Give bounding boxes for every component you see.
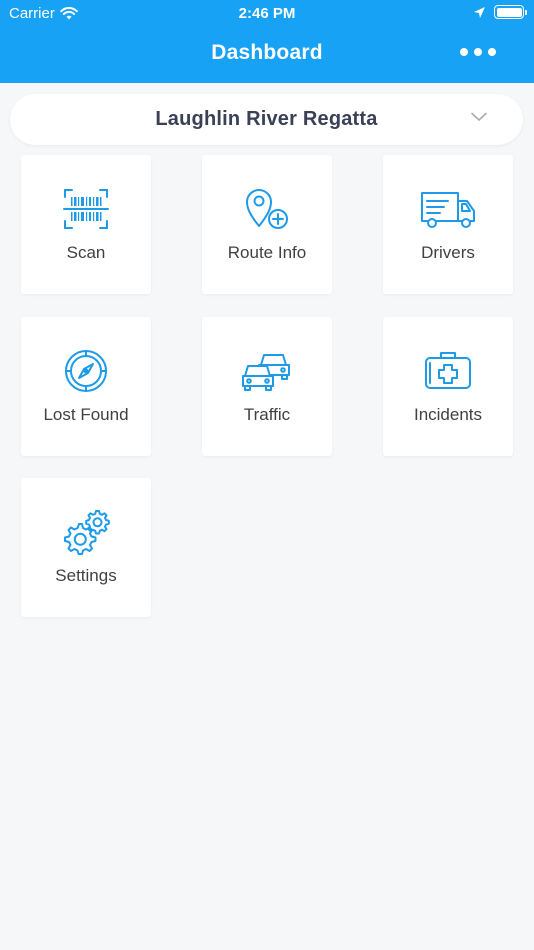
tile-lost-found[interactable]: Lost Found: [21, 317, 151, 456]
tile-label: Scan: [66, 243, 106, 262]
tile-scan[interactable]: Scan: [21, 155, 151, 294]
cars-icon: [242, 354, 290, 391]
battery-icon: [494, 5, 527, 19]
truck-icon: [421, 192, 475, 228]
tile-label: Incidents: [413, 405, 483, 424]
compass-icon: [65, 350, 107, 392]
event-selector[interactable]: Laughlin River Regatta: [10, 94, 523, 145]
location-arrow-icon: [474, 6, 485, 18]
page-title: Dashboard: [211, 41, 323, 64]
tile-traffic[interactable]: Traffic: [202, 317, 332, 456]
tile-settings[interactable]: Settings: [21, 478, 151, 617]
status-bar: Carrier 2:46 PM: [0, 0, 534, 28]
tile-label: Route Info: [227, 243, 307, 262]
dot-icon: [488, 48, 496, 56]
tile-label: Lost Found: [43, 405, 129, 424]
map-pin-add-icon: [246, 189, 288, 229]
barcode-scan-icon: [63, 189, 109, 229]
chevron-down-icon: [471, 112, 487, 121]
dot-icon: [474, 48, 482, 56]
tile-label: Traffic: [243, 405, 291, 424]
more-options-button[interactable]: [460, 48, 496, 56]
tile-label: Drivers: [421, 243, 475, 262]
dot-icon: [460, 48, 468, 56]
tile-drivers[interactable]: Drivers: [383, 155, 513, 294]
medical-kit-icon: [425, 352, 471, 389]
tile-route-info[interactable]: Route Info: [202, 155, 332, 294]
tile-label: Settings: [55, 566, 117, 585]
event-selector-value: Laughlin River Regatta: [155, 108, 378, 130]
gears-icon: [64, 510, 110, 555]
tile-incidents[interactable]: Incidents: [383, 317, 513, 456]
status-right: [473, 5, 527, 19]
app-header: Carrier 2:46 PM Dashboard: [0, 0, 534, 83]
clock: 2:46 PM: [238, 5, 296, 22]
